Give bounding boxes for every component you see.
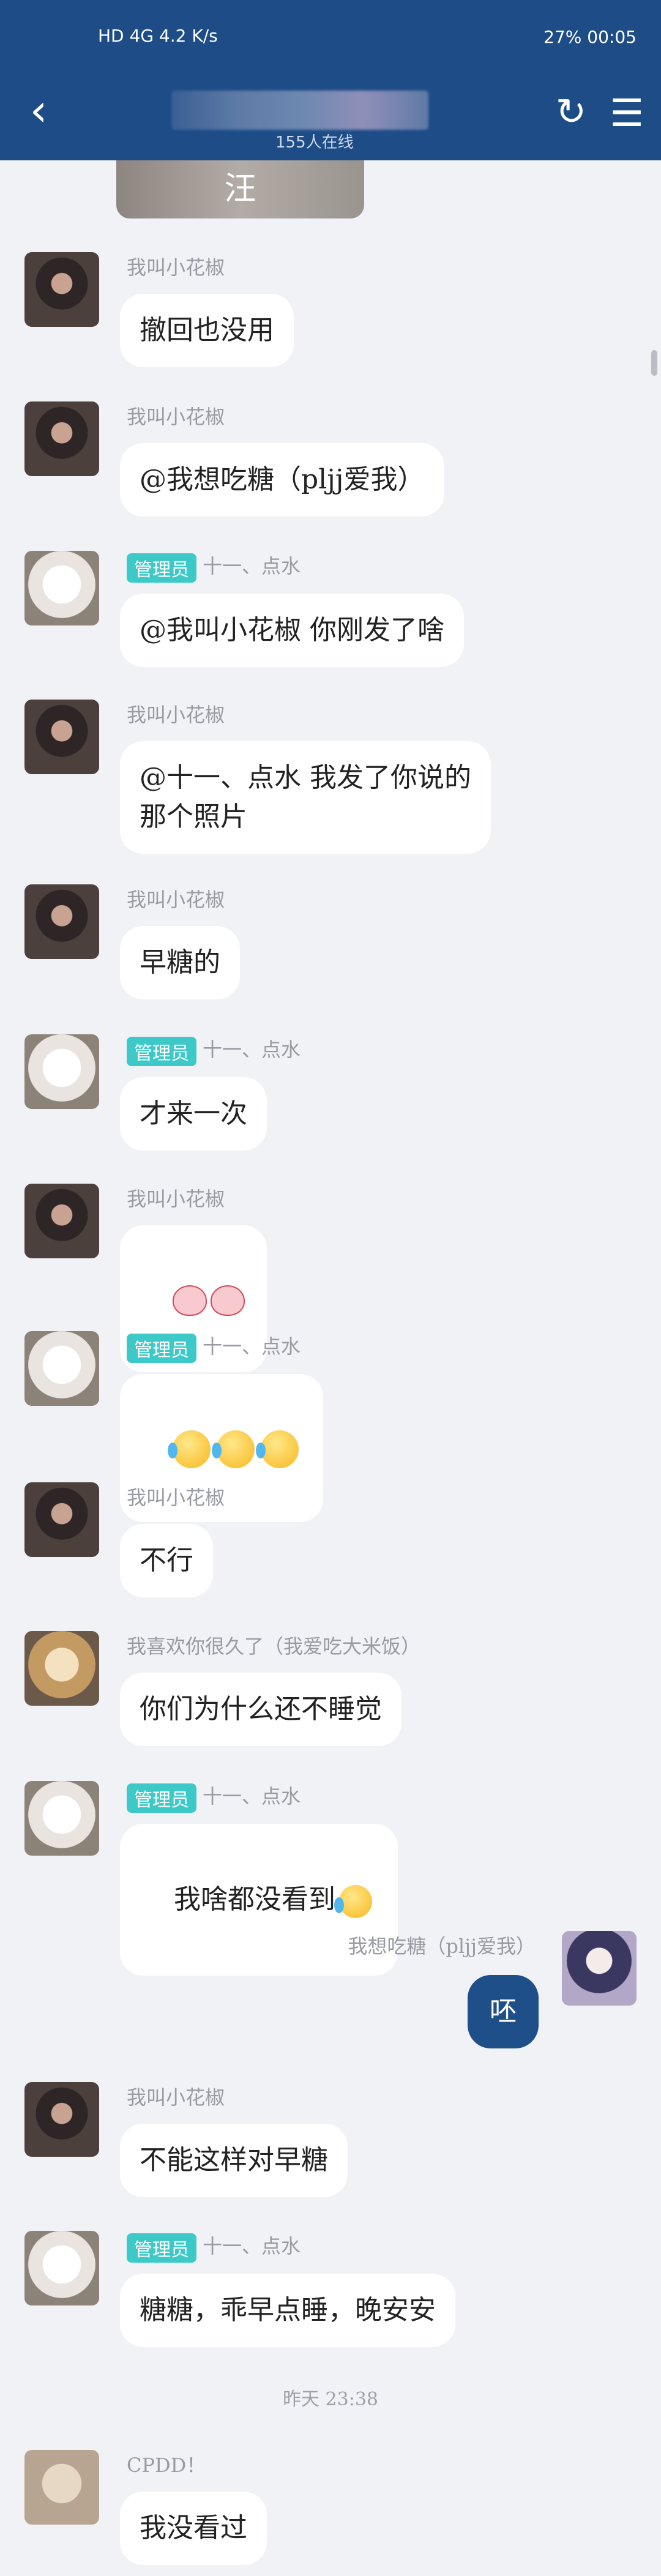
avatar[interactable] bbox=[562, 1931, 637, 2006]
message-bubble[interactable]: 不行 bbox=[120, 1524, 213, 1597]
sender-nick-text: 十一、点水 bbox=[203, 1785, 301, 1808]
avatar[interactable] bbox=[24, 700, 99, 774]
group-title-blurred bbox=[171, 91, 428, 130]
status-bar: HD 4G 4.2 K/s 27% 00:05 bbox=[0, 0, 661, 80]
avatar[interactable] bbox=[24, 1631, 99, 1706]
avatar[interactable] bbox=[24, 2231, 99, 2305]
avatar[interactable] bbox=[24, 1331, 99, 1406]
sender-nick-text: 十一、点水 bbox=[203, 554, 301, 578]
timestamp: 昨天 23:38 bbox=[283, 2389, 378, 2410]
message-text: 我啥都没看到 bbox=[173, 1884, 335, 1915]
pig-emoji-icon bbox=[210, 1285, 245, 1316]
sender-nick-text: 十一、点水 bbox=[203, 1335, 301, 1358]
message-bubble[interactable]: 不能这样对早糖 bbox=[120, 2124, 348, 2197]
avatar[interactable] bbox=[24, 1482, 99, 1557]
sender-nick: 我叫小花椒 bbox=[127, 256, 225, 279]
message-bubble[interactable]: 你们为什么还不睡觉 bbox=[120, 1673, 401, 1746]
admin-badge: 管理员 bbox=[127, 1783, 196, 1813]
admin-badge: 管理员 bbox=[127, 1036, 196, 1066]
sender-nick-text: 十一、点水 bbox=[203, 2234, 301, 2258]
sender-nick: 我想吃糖（pljj爱我） bbox=[348, 1935, 536, 1958]
sender-nick: 我叫小花椒 bbox=[127, 888, 225, 911]
avatar[interactable] bbox=[24, 551, 99, 625]
pig-emoji-icon bbox=[172, 1285, 207, 1316]
crying-laughing-emoji-icon bbox=[211, 1430, 255, 1468]
crying-laughing-emoji-icon bbox=[167, 1430, 211, 1468]
crying-laughing-emoji-icon bbox=[255, 1430, 299, 1468]
sender-nick: 管理员 十一、点水 bbox=[127, 1781, 301, 1813]
avatar[interactable] bbox=[24, 2082, 99, 2157]
message-bubble[interactable]: 撤回也没用 bbox=[120, 294, 294, 367]
top-bar: HD 4G 4.2 K/s 27% 00:05 ‹ 155人在线 ↻ ☰ bbox=[0, 0, 661, 160]
avatar[interactable] bbox=[24, 1184, 99, 1258]
message-bubble[interactable]: @十一、点水 我发了你说的 那个照片 bbox=[120, 741, 491, 854]
admin-badge: 管理员 bbox=[127, 2233, 196, 2263]
avatar[interactable] bbox=[24, 884, 99, 959]
sender-nick: 管理员 十一、点水 bbox=[127, 2231, 301, 2263]
sender-nick: 我喜欢你很久了（我爱吃大米饭） bbox=[127, 1635, 421, 1658]
sender-nick: 我叫小花椒 bbox=[127, 2086, 225, 2109]
sender-nick: 管理员 十一、点水 bbox=[127, 1034, 301, 1066]
message-bubble[interactable]: 早糖的 bbox=[120, 926, 240, 999]
avatar[interactable] bbox=[24, 1034, 99, 1109]
online-count: 155人在线 bbox=[275, 133, 354, 152]
sender-nick: 我叫小花椒 bbox=[127, 405, 225, 428]
sender-nick: 我叫小花椒 bbox=[127, 1187, 225, 1211]
sender-nick: 管理员 十一、点水 bbox=[127, 1331, 301, 1363]
message-bubble[interactable]: 呸 bbox=[468, 1975, 539, 2048]
sender-nick-text: 十一、点水 bbox=[203, 1038, 301, 1061]
admin-badge: 管理员 bbox=[127, 1333, 196, 1363]
image-message-partial[interactable]: 汪 bbox=[116, 160, 364, 218]
message-bubble[interactable]: 才来一次 bbox=[120, 1077, 267, 1151]
message-bubble[interactable]: 我没看过 bbox=[120, 2492, 267, 2565]
sender-nick: CPDD！ bbox=[127, 2454, 206, 2477]
message-bubble[interactable]: @我想吃糖（pljj爱我） bbox=[120, 443, 444, 517]
image-caption: 汪 bbox=[224, 171, 256, 207]
crying-laughing-emoji-icon bbox=[334, 1884, 372, 1918]
avatar[interactable] bbox=[24, 1781, 99, 1856]
message-bubble[interactable]: @我叫小花椒 你刚发了啥 bbox=[120, 594, 464, 667]
network-status: HD 4G 4.2 K/s bbox=[98, 26, 218, 46]
menu-icon[interactable]: ☰ bbox=[610, 91, 644, 135]
share-icon[interactable]: ↻ bbox=[556, 91, 586, 133]
avatar[interactable] bbox=[24, 252, 99, 327]
sender-nick: 管理员 十一、点水 bbox=[127, 551, 301, 583]
message-bubble[interactable]: 糖糖，乖早点睡，晚安安 bbox=[120, 2274, 455, 2347]
admin-badge: 管理员 bbox=[127, 553, 196, 583]
scrollbar[interactable] bbox=[651, 350, 657, 376]
chevron-left-icon[interactable]: ‹ bbox=[17, 88, 60, 132]
sender-nick: 我叫小花椒 bbox=[127, 703, 225, 726]
sender-nick: 我叫小花椒 bbox=[127, 1486, 225, 1509]
battery-time: 27% 00:05 bbox=[543, 27, 637, 47]
avatar[interactable] bbox=[24, 401, 99, 476]
avatar[interactable] bbox=[24, 2450, 99, 2525]
